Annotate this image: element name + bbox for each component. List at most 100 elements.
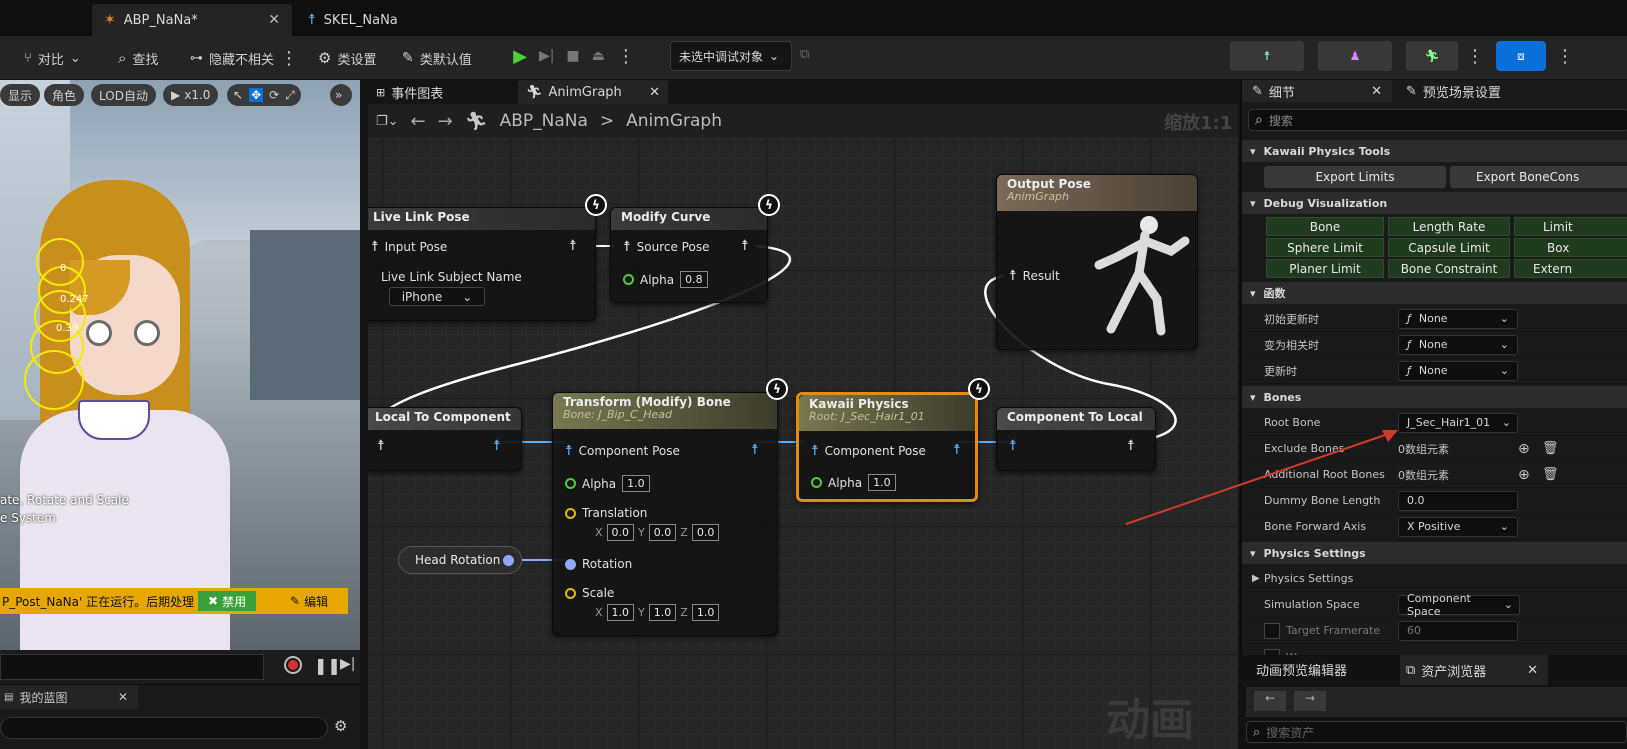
step-forward-icon[interactable]: ▶| — [340, 656, 355, 672]
export-bone-constraint-button[interactable]: Export BoneCons — [1450, 166, 1627, 188]
rotation-pin[interactable]: Rotation — [565, 557, 632, 571]
close-icon[interactable]: ✕ — [1371, 84, 1382, 99]
section-bones[interactable]: ▾ Bones — [1242, 386, 1627, 408]
mesh-mode-button[interactable]: ♟ — [1318, 41, 1392, 71]
output-pose-pin-icon[interactable]: ☨ — [569, 238, 577, 254]
expand-toolbar-button[interactable]: » — [330, 84, 352, 106]
bone-forward-axis-dropdown[interactable]: X Positive ⌄ — [1398, 516, 1518, 537]
scale-icon[interactable]: ⤢ — [285, 88, 295, 103]
stop-icon[interactable]: ■ — [566, 48, 579, 64]
class-defaults-button[interactable]: ✎ 类默认值 — [402, 44, 472, 72]
playback-speed-button[interactable]: ▶ x1.0 — [163, 84, 219, 106]
input-pose-pin-icon[interactable]: ☨ — [377, 438, 385, 454]
more-options-icon[interactable]: ⋮ — [1466, 46, 1484, 67]
node-live-link-pose[interactable]: Live Link Pose ☨ Input Pose ☨ Live Link S… — [368, 207, 596, 321]
debug-limit-toggle[interactable]: Limit — [1514, 217, 1627, 236]
more-options-icon[interactable]: ⋮ — [280, 48, 298, 69]
node-modify-curve[interactable]: Modify Curve ☨ Source Pose ☨ Alpha 0.8 — [610, 207, 768, 303]
component-pose-pin[interactable]: ☨ Component Pose — [565, 443, 680, 459]
result-pin[interactable]: ☨ Result — [1009, 268, 1060, 284]
output-pose-pin-icon[interactable]: ☨ — [953, 442, 961, 458]
section-debug-visualization[interactable]: ▾ Debug Visualization — [1242, 192, 1627, 214]
alpha-pin[interactable]: Alpha 1.0 — [811, 474, 896, 491]
blueprint-mode-button[interactable]: ⧈ — [1496, 41, 1546, 71]
close-icon[interactable]: ✕ — [1527, 663, 1538, 678]
input-component-pose-pin-icon[interactable]: ☨ — [1009, 438, 1017, 454]
trash-icon[interactable]: 🗑︎ — [1542, 467, 1559, 482]
debug-bone-toggle[interactable]: Bone — [1266, 217, 1384, 236]
node-local-to-component[interactable]: Local To Component ☨ ☨ — [368, 407, 522, 471]
node-output-pose[interactable]: Output Pose AnimGraph ☨ Result — [996, 174, 1198, 350]
output-pose-pin-icon[interactable]: ☨ — [741, 238, 749, 254]
add-element-icon[interactable]: ⊕ — [1518, 441, 1530, 457]
tab-asset-browser[interactable]: ⧉ 资产浏览器 ✕ — [1400, 655, 1548, 685]
class-settings-button[interactable]: ⚙ 类设置 — [318, 44, 376, 72]
debug-length-rate-toggle[interactable]: Length Rate — [1388, 217, 1510, 236]
forward-arrow-icon[interactable]: → — [1294, 691, 1326, 711]
node-kawaii-physics[interactable]: Kawaii Physics Root: J_Sec_Hair1_01 ☨ Comp… — [796, 392, 978, 502]
output-pose-pin-icon[interactable]: ☨ — [751, 442, 759, 458]
output-component-pose-pin-icon[interactable]: ☨ — [493, 438, 501, 454]
more-options-icon[interactable]: ⋮ — [617, 46, 635, 67]
preview-viewport[interactable]: 0 0.247 0.39 ate, Rotate and Scale e Sys… — [0, 80, 360, 650]
root-bone-dropdown[interactable]: J_Sec_Hair1_01 ⌄ — [1398, 412, 1518, 433]
section-physics-settings[interactable]: ▾ Physics Settings — [1242, 542, 1627, 564]
play-icon[interactable]: ▶ — [513, 46, 527, 67]
step-icon[interactable]: ▶| — [539, 48, 554, 64]
section-functions[interactable]: ▾ 函数 — [1242, 282, 1627, 304]
rotator-pin-icon[interactable] — [503, 555, 514, 566]
debug-bone-constraint-toggle[interactable]: Bone Constraint — [1388, 259, 1510, 278]
node-transform-modify-bone[interactable]: Transform (Modify) Bone Bone: J_Bip_C_Hea… — [552, 392, 778, 636]
function-dropdown[interactable]: ƒ None ⌄ — [1398, 334, 1518, 355]
diff-button[interactable]: ⑂ 对比 ⌄ — [24, 44, 81, 72]
anim-graph-canvas[interactable]: ❐⌄ ← → 🏃︎ ABP_NaNa > AnimGraph 缩放1:1 Liv… — [368, 104, 1238, 749]
tab-skel-nana[interactable]: ☨ SKEL_NaNa — [296, 4, 436, 36]
edit-button[interactable]: ✎ 编辑 — [284, 591, 334, 611]
alpha-value[interactable]: 1.0 — [868, 474, 896, 491]
alpha-value[interactable]: 1.0 — [622, 475, 650, 492]
function-dropdown[interactable]: ƒ None ⌄ — [1398, 308, 1518, 329]
timeline-scrubber[interactable] — [0, 654, 264, 680]
debug-capsule-limit-toggle[interactable]: Capsule Limit — [1388, 238, 1510, 257]
tab-anim-preview-editor[interactable]: 动画预览编辑器 — [1256, 658, 1347, 680]
move-icon[interactable]: ✥ — [249, 88, 264, 102]
eject-icon[interactable]: ⏏ — [592, 48, 605, 64]
skeleton-mode-button[interactable]: ☨ — [1230, 41, 1304, 71]
target-framerate-input[interactable]: 60 — [1398, 620, 1518, 641]
add-element-icon[interactable]: ⊕ — [1518, 467, 1530, 483]
physics-settings-struct-row[interactable]: ▶ Physics Settings — [1242, 566, 1627, 592]
tab-preview-scene-settings[interactable]: ✎ 预览场景设置 — [1396, 80, 1511, 102]
close-icon[interactable]: ✕ — [118, 690, 128, 704]
hide-unrelated-button[interactable]: ⊶ 隐藏不相关 ⋮ — [190, 44, 298, 72]
show-button[interactable]: 显示 — [0, 84, 41, 106]
scale-z[interactable]: 1.0 — [691, 604, 720, 621]
disable-button[interactable]: ✖ 禁用 — [198, 591, 257, 611]
record-button[interactable] — [284, 656, 302, 674]
tab-animgraph[interactable]: 🏃︎ AnimGraph ✕ — [518, 80, 668, 104]
debug-box-toggle[interactable]: Box — [1514, 238, 1627, 257]
simulation-space-dropdown[interactable]: Component Space ⌄ — [1398, 592, 1520, 618]
tab-abp-nana[interactable]: ✶ ABP_NaNa* ✕ — [92, 4, 292, 36]
my-blueprint-tab[interactable]: ▤ 我的蓝图 ✕ — [0, 685, 138, 709]
gear-icon[interactable]: ⚙ — [334, 717, 347, 735]
alpha-pin[interactable]: Alpha 0.8 — [623, 271, 708, 288]
source-pose-pin[interactable]: ☨ Source Pose — [623, 239, 709, 255]
alpha-value[interactable]: 0.8 — [680, 271, 708, 288]
tab-details[interactable]: ✎ 细节 ✕ — [1242, 80, 1392, 102]
rotate-icon[interactable]: ⟳ — [269, 88, 279, 102]
debug-external-toggle[interactable]: Extern — [1514, 259, 1627, 278]
back-arrow-icon[interactable]: ← — [1254, 691, 1286, 711]
debug-planer-limit-toggle[interactable]: Planer Limit — [1266, 259, 1384, 278]
select-icon[interactable]: ↖ — [233, 88, 243, 102]
character-button[interactable]: 角色 — [44, 84, 85, 106]
close-icon[interactable]: ✕ — [649, 85, 660, 100]
translation-y[interactable]: 0.0 — [648, 524, 677, 541]
animation-mode-button[interactable]: 🏃︎ — [1406, 41, 1458, 71]
alpha-pin[interactable]: Alpha 1.0 — [565, 475, 650, 492]
tab-event-graph[interactable]: ⊞ 事件图表 — [368, 80, 451, 104]
lod-auto-button[interactable]: LOD自动 — [91, 84, 156, 106]
function-dropdown[interactable]: ƒ None ⌄ — [1398, 360, 1518, 381]
translation-z[interactable]: 0.0 — [691, 524, 720, 541]
translation-x[interactable]: 0.0 — [606, 524, 635, 541]
scale-x[interactable]: 1.0 — [606, 604, 635, 621]
